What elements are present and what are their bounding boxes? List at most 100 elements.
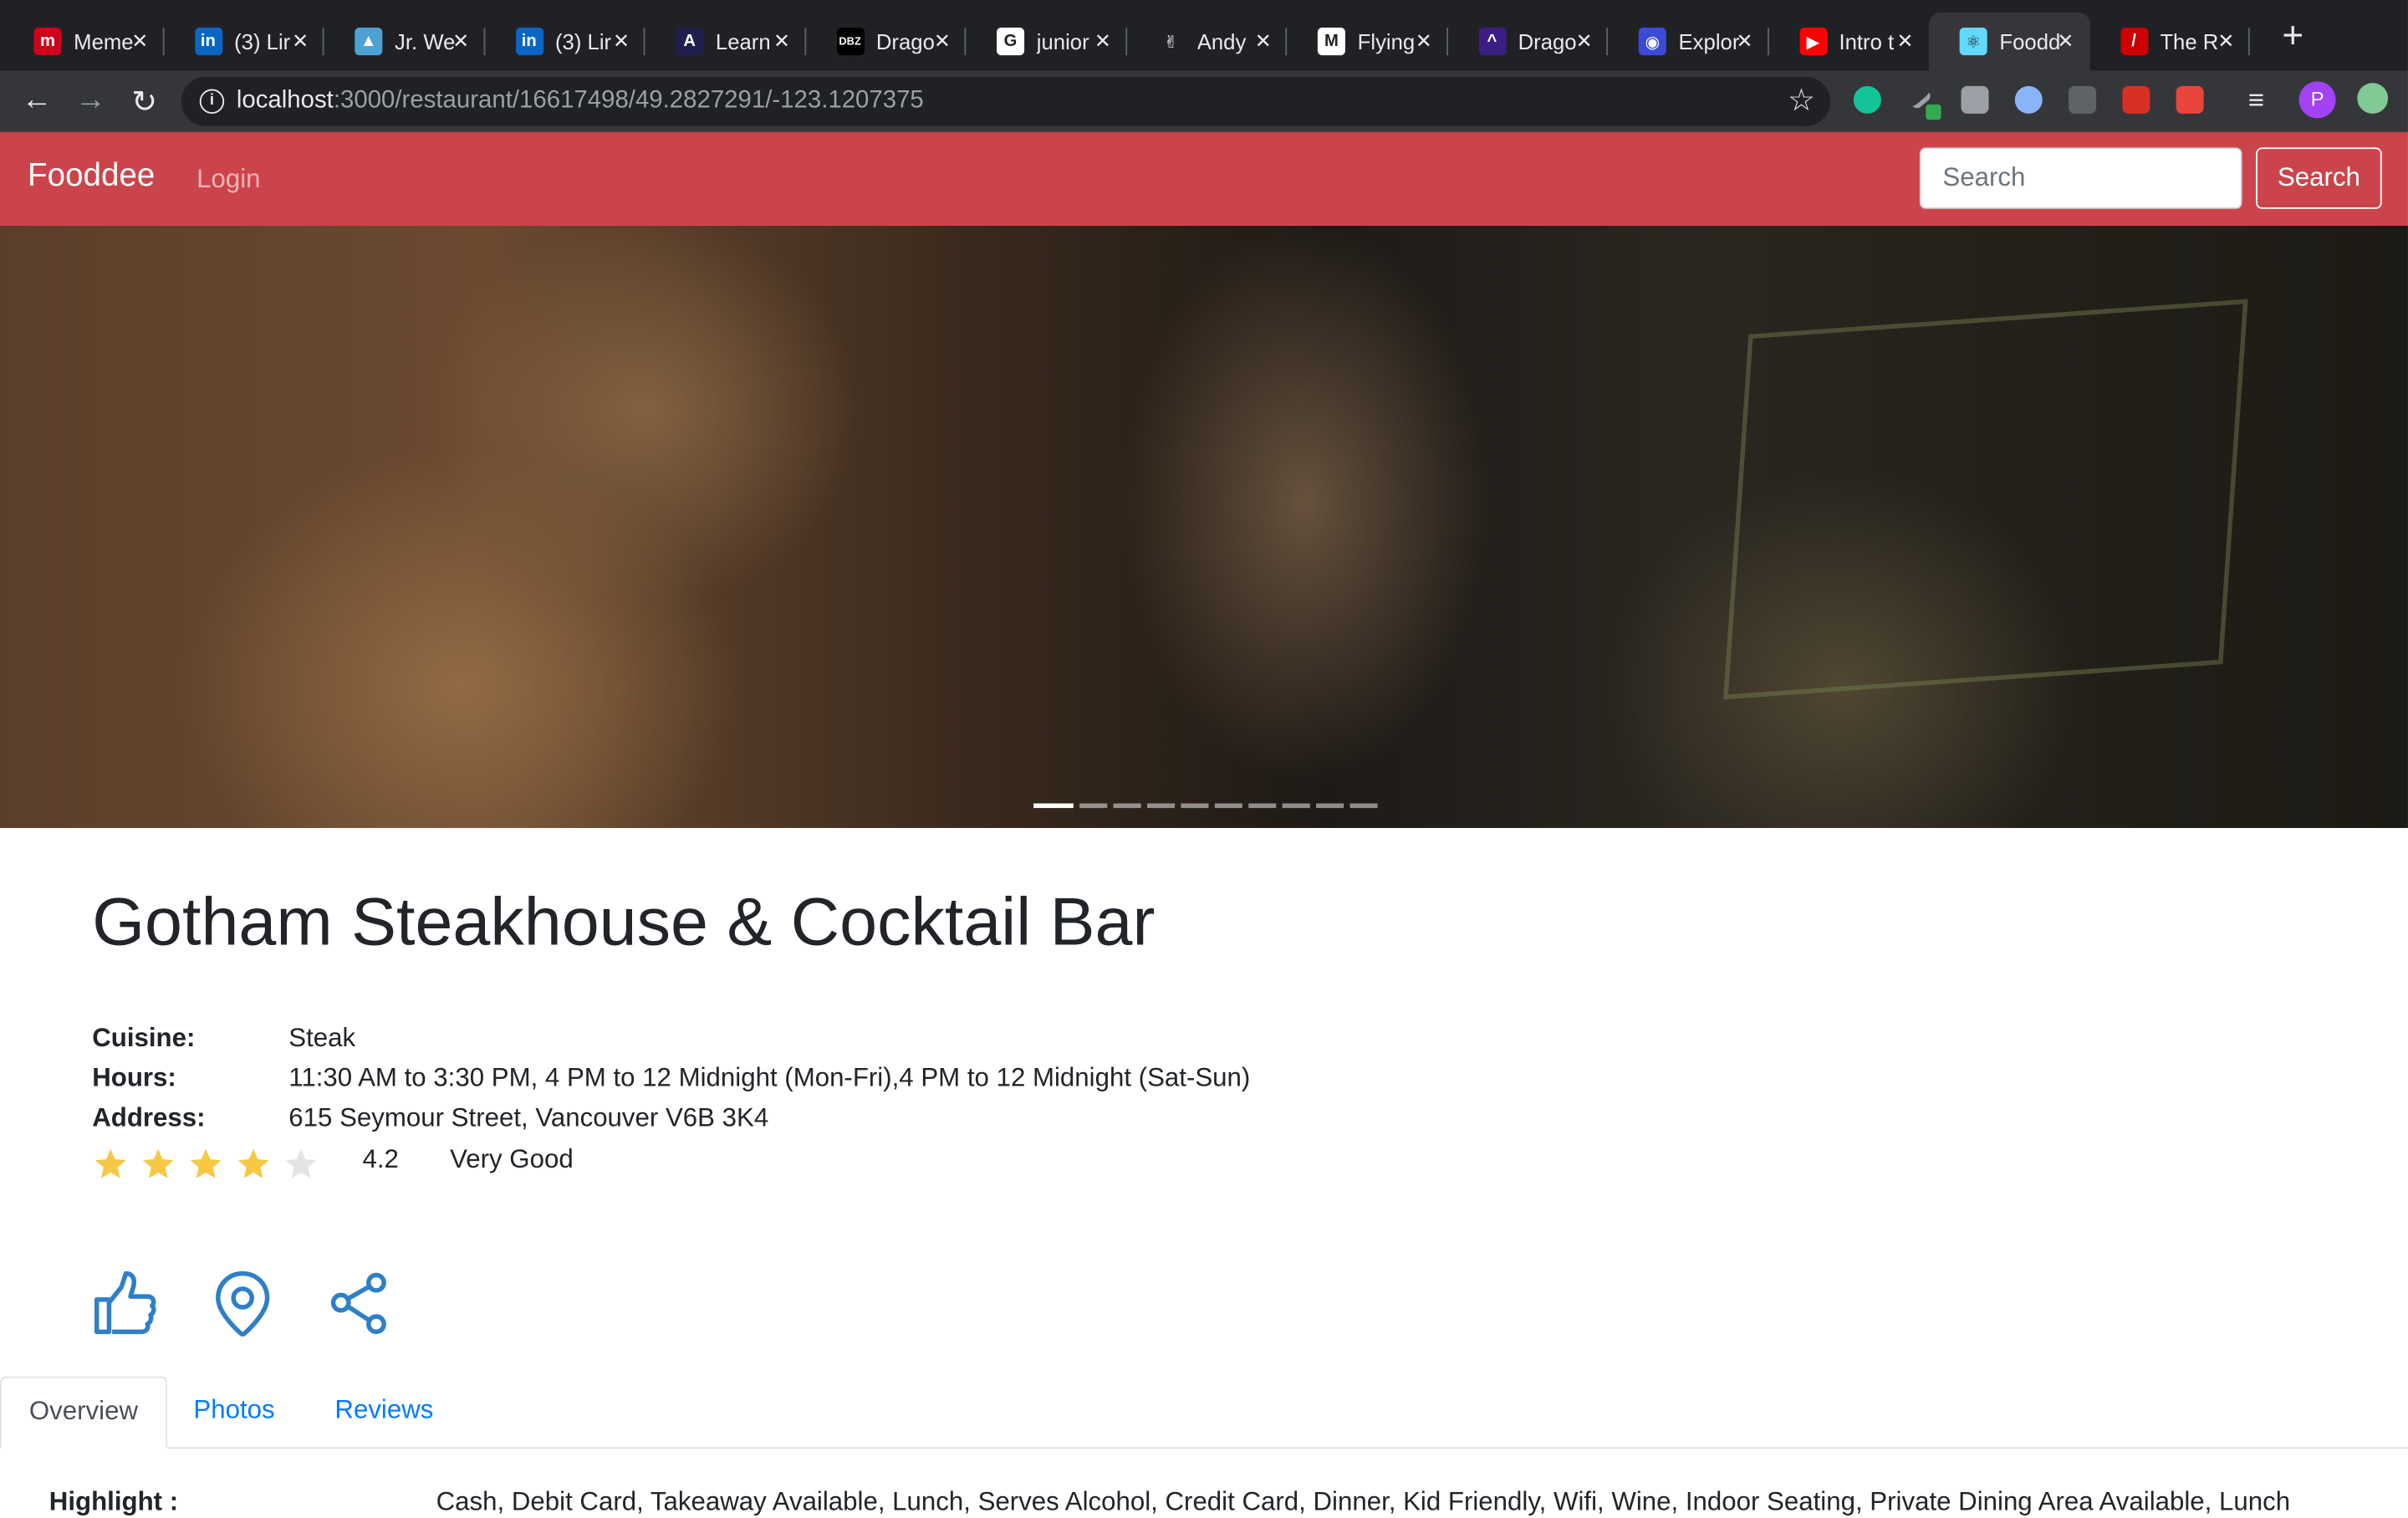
cuisine-value: Steak xyxy=(288,1023,356,1053)
extension-badge xyxy=(1926,104,1941,120)
bookmark-star-icon[interactable]: ☆ xyxy=(1788,81,1815,120)
browser-tab[interactable]: M Flying ✕ xyxy=(1287,13,1448,71)
close-tab-icon[interactable]: ✕ xyxy=(1896,29,1913,54)
brand-logo[interactable]: Fooddee xyxy=(28,158,155,195)
browser-tab[interactable]: ✌ Andy ✕ xyxy=(1126,13,1288,71)
puzzle-extension-icon[interactable] xyxy=(2122,85,2150,114)
react-icon: ⚛ xyxy=(1959,28,1987,56)
hours-value: 11:30 AM to 3:30 PM, 4 PM to 12 Midnight… xyxy=(288,1062,1251,1092)
tab-reviews[interactable]: Reviews xyxy=(307,1377,461,1447)
browser-tab[interactable]: A Learn ✕ xyxy=(645,13,806,71)
restaurant-tabs: Overview Photos Reviews xyxy=(0,1376,2408,1449)
url-path: :3000/restaurant/16617498/49.2827291/-12… xyxy=(333,87,924,114)
highlight-label: Highlight : xyxy=(48,1486,179,1516)
browser-tab-title: Explor xyxy=(1678,28,1740,54)
login-link[interactable]: Login xyxy=(196,165,260,196)
shield-extension-icon[interactable] xyxy=(2176,85,2204,114)
browser-tab-title: Andy xyxy=(1196,28,1247,54)
browser-tab-title: (3) Lir xyxy=(554,28,612,54)
browser-tab[interactable]: ⚛ Foodd ✕ xyxy=(1928,12,2089,71)
browser-tab-title: Learn xyxy=(715,28,771,54)
carousel-photo xyxy=(1723,299,2248,700)
browser-tab[interactable]: in (3) Lir ✕ xyxy=(164,13,324,71)
close-tab-icon[interactable]: ✕ xyxy=(1416,29,1432,54)
carousel-indicator[interactable] xyxy=(1316,803,1344,809)
carousel-indicator[interactable] xyxy=(1282,803,1310,809)
close-tab-icon[interactable]: ✕ xyxy=(1094,29,1111,54)
browser-tab[interactable]: / The R ✕ xyxy=(2089,13,2250,71)
url-text[interactable]: localhost:3000/restaurant/16617498/49.28… xyxy=(237,88,924,115)
browser-tab[interactable]: ▶ Intro t ✕ xyxy=(1768,13,1929,71)
location-pin-icon[interactable] xyxy=(209,1269,277,1337)
glasses-extension-icon[interactable] xyxy=(2014,85,2043,114)
share-icon[interactable] xyxy=(325,1269,393,1337)
close-tab-icon[interactable]: ✕ xyxy=(1737,29,1753,54)
browser-tab[interactable]: DBZ Drago ✕ xyxy=(805,13,967,71)
tab-overview[interactable]: Overview xyxy=(0,1376,167,1449)
carousel-indicator[interactable] xyxy=(1181,803,1209,809)
like-icon[interactable] xyxy=(92,1269,160,1337)
carousel-indicator[interactable] xyxy=(1248,803,1277,809)
grammarly-extension-icon[interactable] xyxy=(1853,85,1881,114)
browser-tab[interactable]: ^ Drago ✕ xyxy=(1447,13,1609,71)
star-filled-icon xyxy=(237,1148,269,1178)
close-tab-icon[interactable]: ✕ xyxy=(1576,29,1593,54)
carousel-indicator[interactable] xyxy=(1113,803,1141,809)
restaurant-name: Gotham Steakhouse & Cocktail Bar xyxy=(92,884,1156,960)
browser-tab[interactable]: in (3) Lir ✕ xyxy=(484,13,645,71)
tab-separator xyxy=(2247,28,2250,56)
dbz-icon: DBZ xyxy=(836,28,865,56)
discord-icon: ◉ xyxy=(1638,28,1666,56)
translate-extension-icon[interactable] xyxy=(1961,85,1989,114)
carousel-indicator[interactable] xyxy=(1349,803,1378,809)
robot-extension-icon[interactable] xyxy=(2069,85,2097,114)
rating-text: Very Good xyxy=(450,1144,574,1174)
rating-value: 4.2 xyxy=(362,1144,399,1174)
close-tab-icon[interactable]: ✕ xyxy=(292,29,309,54)
cuisine-label: Cuisine: xyxy=(92,1023,196,1053)
browser-toolbar: ← → ↻ i localhost:3000/restaurant/166174… xyxy=(0,70,2408,132)
site-navbar: Fooddee Login Search xyxy=(0,131,2408,226)
tab-photos[interactable]: Photos xyxy=(166,1377,302,1447)
browser-tab[interactable]: ◉ Explor ✕ xyxy=(1608,13,1768,71)
star-filled-icon xyxy=(142,1148,174,1178)
browser-tab-title: Intro t xyxy=(1839,28,1895,54)
browser-tab-title: Foodd xyxy=(1999,28,2061,54)
close-tab-icon[interactable]: ✕ xyxy=(773,29,790,54)
browser-tab-title: (3) Lir xyxy=(234,28,291,54)
youtube-icon: ▶ xyxy=(1798,28,1827,56)
close-tab-icon[interactable]: ✕ xyxy=(1255,29,1272,54)
close-tab-icon[interactable]: ✕ xyxy=(2217,29,2234,54)
browser-tab[interactable]: Gjunior ✕ xyxy=(966,13,1127,71)
forward-arrow-icon[interactable]: → xyxy=(72,83,109,118)
new-tab-button[interactable]: + xyxy=(2282,18,2303,55)
carousel-indicator[interactable] xyxy=(1214,803,1242,809)
update-icon[interactable] xyxy=(2357,83,2389,114)
carousel-indicator[interactable] xyxy=(1033,803,1074,809)
imgflip-icon: m xyxy=(33,28,62,56)
profile-avatar[interactable]: P xyxy=(2298,81,2336,119)
browser-tab-title: Drago xyxy=(875,28,935,54)
peace-hand-icon: ✌ xyxy=(1156,28,1186,56)
triangle-icon: ▲ xyxy=(355,28,383,56)
search-input[interactable] xyxy=(1919,147,2242,209)
site-info-icon[interactable]: i xyxy=(199,89,225,114)
close-tab-icon[interactable]: ✕ xyxy=(452,29,469,54)
browser-tab[interactable]: ▲ Jr. We ✕ xyxy=(324,13,485,71)
browser-tab[interactable]: m Meme ✕ xyxy=(3,13,164,71)
address-bar[interactable]: i localhost:3000/restaurant/16617498/49.… xyxy=(181,76,1831,126)
close-tab-icon[interactable]: ✕ xyxy=(2057,29,2074,54)
browser-tab-title: The R xyxy=(2160,28,2219,54)
carousel-indicator[interactable] xyxy=(1079,803,1108,809)
photo-carousel[interactable] xyxy=(0,225,2408,828)
close-tab-icon[interactable]: ✕ xyxy=(613,29,630,54)
media-controls-icon[interactable]: ≡ xyxy=(2248,86,2276,114)
close-tab-icon[interactable]: ✕ xyxy=(934,29,951,54)
reload-icon[interactable]: ↻ xyxy=(126,83,163,121)
search-button[interactable]: Search xyxy=(2256,147,2382,209)
back-arrow-icon[interactable]: ← xyxy=(18,83,55,118)
close-tab-icon[interactable]: ✕ xyxy=(131,29,148,54)
carousel-indicator[interactable] xyxy=(1147,803,1176,809)
hours-label: Hours: xyxy=(92,1062,176,1092)
linkedin-icon: in xyxy=(515,28,543,56)
